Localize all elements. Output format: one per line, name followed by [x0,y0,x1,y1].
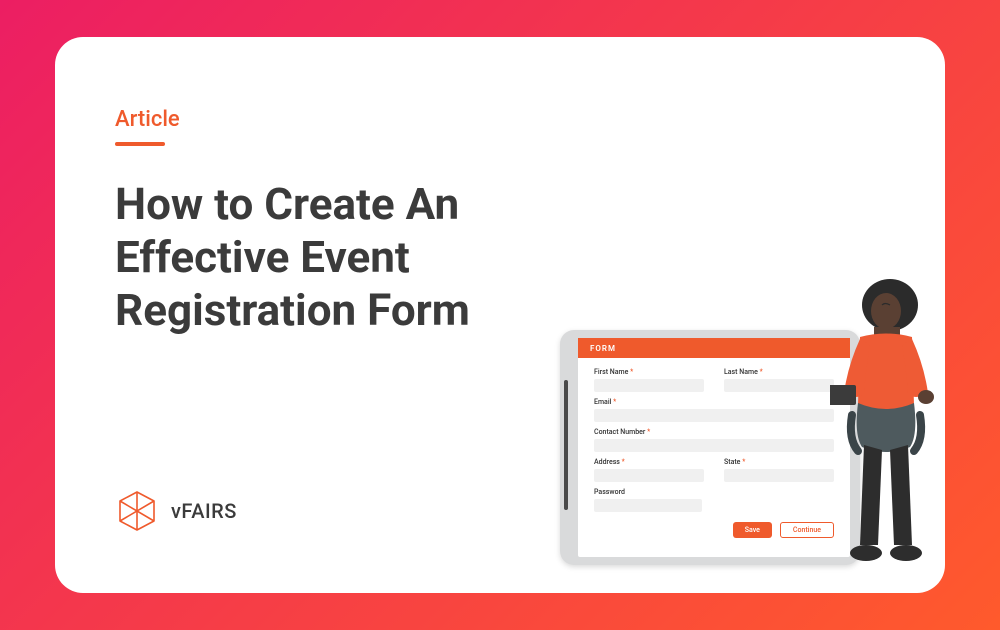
email-input[interactable] [594,409,834,422]
brand-name: vFAIRS [171,499,237,523]
state-input[interactable] [724,469,834,482]
brand-logo: vFAIRS [115,489,237,533]
email-label: Email [594,398,611,406]
last-name-label: Last Name [724,368,758,376]
continue-button[interactable]: Continue [780,522,834,538]
password-label: Password [594,488,625,496]
form-body: First Name * Last Name * Email * [578,358,850,557]
article-title: How to Create An Effective Event Registr… [115,178,635,336]
first-name-input[interactable] [594,379,704,392]
tablet-button [564,380,568,510]
contact-input[interactable] [594,439,834,452]
category-label: Article [115,107,885,132]
address-label: Address [594,458,620,466]
vfairs-icon [115,489,159,533]
content-card: Article How to Create An Effective Event… [55,37,945,593]
tablet-device: FORM First Name * Last Name * [560,330,860,565]
contact-label: Contact Number [594,428,645,436]
hero-illustration: FORM First Name * Last Name * [560,265,940,565]
registration-form: FORM First Name * Last Name * [578,338,850,557]
last-name-input[interactable] [724,379,834,392]
form-header: FORM [578,338,850,358]
person-illustration [830,275,940,565]
address-input[interactable] [594,469,704,482]
category-underline [115,142,165,146]
first-name-label: First Name [594,368,628,376]
state-label: State [724,458,740,466]
save-button[interactable]: Save [733,522,772,538]
password-input[interactable] [594,499,702,512]
